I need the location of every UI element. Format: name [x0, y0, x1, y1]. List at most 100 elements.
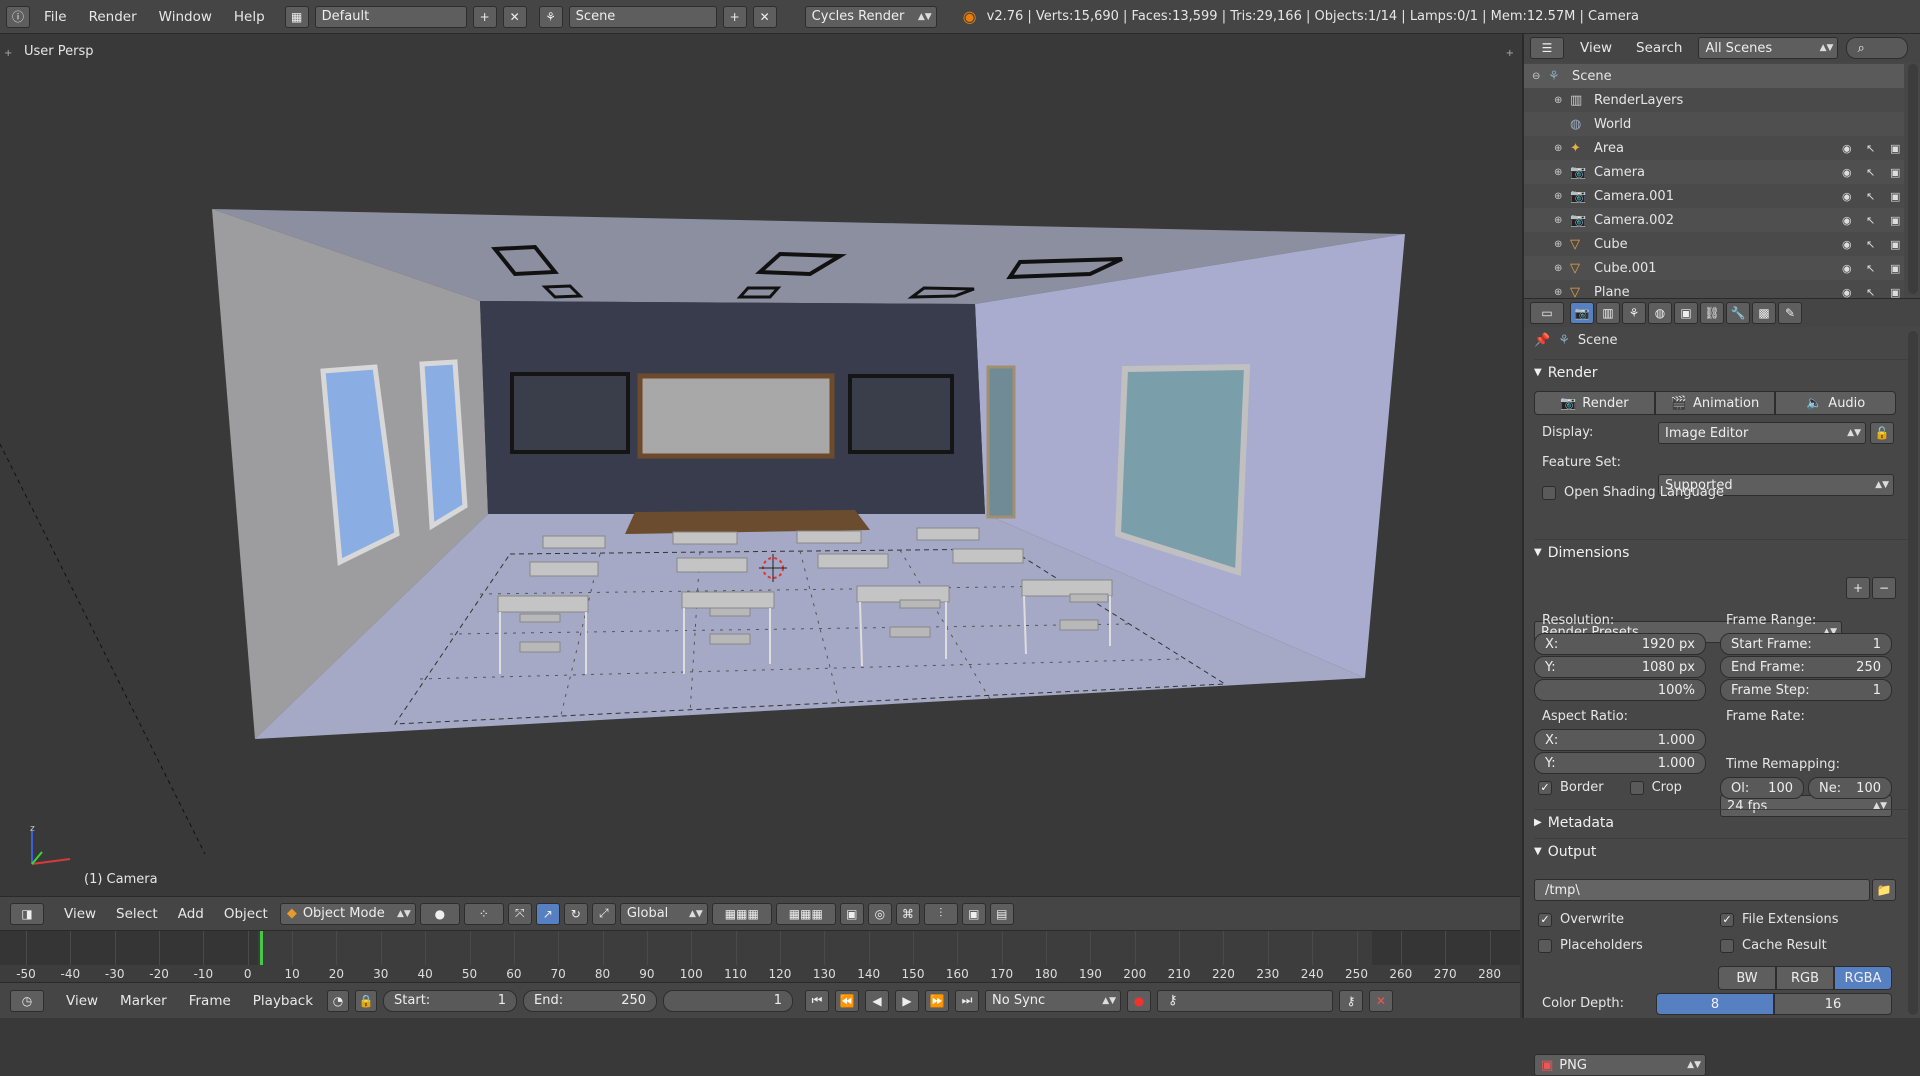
- outliner-menu-search[interactable]: Search: [1628, 40, 1690, 56]
- outliner-item[interactable]: ⊕ ▽ Cube ◉ ↖ ▣: [1524, 232, 1904, 256]
- vp-menu-object[interactable]: Object: [216, 906, 276, 922]
- selectability-arrow-icon[interactable]: ↖: [1866, 214, 1875, 227]
- outliner-item[interactable]: ⊖ ⚘ Scene: [1524, 64, 1904, 88]
- time-remap-new-field[interactable]: Ne: 100: [1808, 777, 1892, 799]
- lock-range-icon[interactable]: 🔒: [355, 989, 378, 1012]
- screen-layout-field[interactable]: Default: [314, 5, 467, 28]
- end-frame-prop-field[interactable]: End Frame: 250: [1720, 656, 1892, 678]
- properties-scrollbar[interactable]: [1908, 331, 1918, 1015]
- delete-keyframe-icon[interactable]: ✕: [1369, 989, 1394, 1012]
- object-tab-icon[interactable]: ▣: [1674, 302, 1698, 324]
- render-camera-icon[interactable]: ▣: [1890, 286, 1900, 299]
- expand-icon[interactable]: ⊕: [1554, 143, 1570, 154]
- resolution-x-field[interactable]: X: 1920 px: [1534, 633, 1706, 655]
- render-camera-icon[interactable]: ▣: [1890, 214, 1900, 227]
- render-camera-icon[interactable]: ▣: [1890, 166, 1900, 179]
- expand-icon[interactable]: ⊕: [1554, 239, 1570, 250]
- add-preset-icon[interactable]: +: [1846, 577, 1870, 599]
- menu-window[interactable]: Window: [151, 9, 220, 25]
- screen-layout-icon[interactable]: ▦: [284, 5, 309, 28]
- output-path-input[interactable]: /tmp\: [1534, 879, 1870, 901]
- render-camera-icon[interactable]: ▣: [1890, 262, 1900, 275]
- render-camera-icon[interactable]: ▣: [1890, 142, 1900, 155]
- 3d-viewport[interactable]: User Persp + + z (1) Camera: [0, 34, 1520, 896]
- visibility-eye-icon[interactable]: ◉: [1842, 166, 1852, 179]
- outliner-search-input[interactable]: ⌕: [1846, 37, 1909, 59]
- texture-tab-icon[interactable]: ▩: [1752, 302, 1776, 324]
- vp-menu-view[interactable]: View: [56, 906, 104, 922]
- sync-mode-dropdown[interactable]: No Sync ▲▼: [985, 989, 1122, 1012]
- resolution-y-field[interactable]: Y: 1080 px: [1534, 656, 1706, 678]
- end-frame-field[interactable]: End: 250: [523, 989, 658, 1012]
- scene-tab-icon[interactable]: ⚘: [1622, 302, 1646, 324]
- timeline-editor-type-icon[interactable]: ◷: [10, 989, 44, 1012]
- visibility-eye-icon[interactable]: ◉: [1842, 142, 1852, 155]
- translate-manipulator-icon[interactable]: ↗: [535, 902, 560, 925]
- expand-icon[interactable]: ⊕: [1554, 191, 1570, 202]
- classroom-scene[interactable]: z: [0, 34, 1520, 896]
- osl-checkbox[interactable]: [1542, 485, 1556, 500]
- manipulator-toggle-icon[interactable]: ⤧: [507, 902, 532, 925]
- overwrite-checkbox[interactable]: ✓: [1538, 912, 1552, 927]
- outliner-item[interactable]: ⊕ 📷 Camera ◉ ↖ ▣: [1524, 160, 1904, 184]
- animation-button[interactable]: 🎬 Animation: [1654, 391, 1776, 415]
- current-frame-field[interactable]: 1: [663, 989, 794, 1012]
- render-panel-header[interactable]: ▼ Render: [1534, 359, 1914, 385]
- jump-start-icon[interactable]: ⏮: [805, 989, 830, 1012]
- lock-interface-icon[interactable]: 🔓: [1870, 422, 1894, 444]
- aspect-y-field[interactable]: Y: 1.000: [1534, 752, 1706, 774]
- orientation-dropdown[interactable]: Global ▲▼: [619, 902, 708, 925]
- visibility-eye-icon[interactable]: ◉: [1842, 190, 1852, 203]
- selectability-arrow-icon[interactable]: ↖: [1866, 286, 1875, 299]
- audio-button[interactable]: 🔈 Audio: [1775, 391, 1897, 415]
- playhead[interactable]: [260, 931, 263, 965]
- selectability-arrow-icon[interactable]: ↖: [1866, 190, 1875, 203]
- add-screen-icon[interactable]: +: [472, 5, 497, 28]
- vp-menu-select[interactable]: Select: [108, 906, 166, 922]
- metadata-panel-header[interactable]: ▶ Metadata: [1534, 809, 1914, 835]
- remove-screen-icon[interactable]: ✕: [502, 5, 527, 28]
- color-mode-rgba[interactable]: RGBA: [1834, 966, 1892, 990]
- expand-icon[interactable]: ⊕: [1554, 95, 1570, 106]
- opengl-render-icon[interactable]: ▣: [961, 902, 986, 925]
- particles-tab-icon[interactable]: ✎: [1778, 302, 1802, 324]
- file-extensions-checkbox[interactable]: ✓: [1720, 912, 1734, 927]
- play-icon[interactable]: ▶: [895, 989, 920, 1012]
- layers-grid-2[interactable]: ▦▦▦: [775, 902, 836, 925]
- display-dropdown[interactable]: Image Editor ▲▼: [1658, 422, 1866, 444]
- visibility-eye-icon[interactable]: ◉: [1842, 214, 1852, 227]
- selectability-arrow-icon[interactable]: ↖: [1866, 166, 1875, 179]
- expand-icon[interactable]: ⊕: [1554, 215, 1570, 226]
- remove-preset-icon[interactable]: −: [1872, 577, 1896, 599]
- scene-icon[interactable]: ⚘: [538, 5, 563, 28]
- remove-scene-icon[interactable]: ✕: [752, 5, 777, 28]
- color-mode-bw[interactable]: BW: [1718, 966, 1776, 990]
- preview-range-icon[interactable]: ◔: [327, 989, 350, 1012]
- render-layers-tab-icon[interactable]: ▥: [1596, 302, 1620, 324]
- lock-layers-icon[interactable]: ▣: [839, 902, 864, 925]
- folder-browse-icon[interactable]: 📁: [1872, 879, 1896, 901]
- time-remap-old-field[interactable]: Ol: 100: [1720, 777, 1804, 799]
- start-frame-field[interactable]: Start: 1: [383, 989, 518, 1012]
- outliner-item[interactable]: ⊕ ▥ RenderLayers: [1524, 88, 1904, 112]
- output-panel-header[interactable]: ▼ Output: [1534, 838, 1914, 864]
- collapse-icon[interactable]: ⊖: [1532, 71, 1548, 82]
- info-editor-type-icon[interactable]: ⓘ: [6, 5, 30, 28]
- expand-icon[interactable]: ⊕: [1554, 167, 1570, 178]
- jump-end-icon[interactable]: ⏭: [955, 989, 980, 1012]
- shading-mode-icon[interactable]: ●: [419, 902, 460, 925]
- placeholders-checkbox[interactable]: [1538, 938, 1552, 953]
- pin-icon[interactable]: 📌: [1534, 333, 1550, 348]
- crop-checkbox[interactable]: [1629, 780, 1644, 795]
- start-frame-prop-field[interactable]: Start Frame: 1: [1720, 633, 1892, 655]
- tl-menu-frame[interactable]: Frame: [181, 993, 239, 1009]
- snap-element-icon[interactable]: ⫶: [923, 902, 958, 925]
- keying-set-field[interactable]: ⚷: [1157, 989, 1334, 1012]
- outliner-item[interactable]: ⊕ ▽ Cube.001 ◉ ↖ ▣: [1524, 256, 1904, 280]
- outliner-filter-dropdown[interactable]: All Scenes ▲▼: [1698, 37, 1839, 59]
- jump-keyframe-forward-icon[interactable]: ⏩: [925, 989, 950, 1012]
- menu-help[interactable]: Help: [226, 9, 273, 25]
- color-depth-8[interactable]: 8: [1656, 993, 1774, 1015]
- visibility-eye-icon[interactable]: ◉: [1842, 262, 1852, 275]
- properties-editor-type-icon[interactable]: ▭: [1530, 302, 1564, 324]
